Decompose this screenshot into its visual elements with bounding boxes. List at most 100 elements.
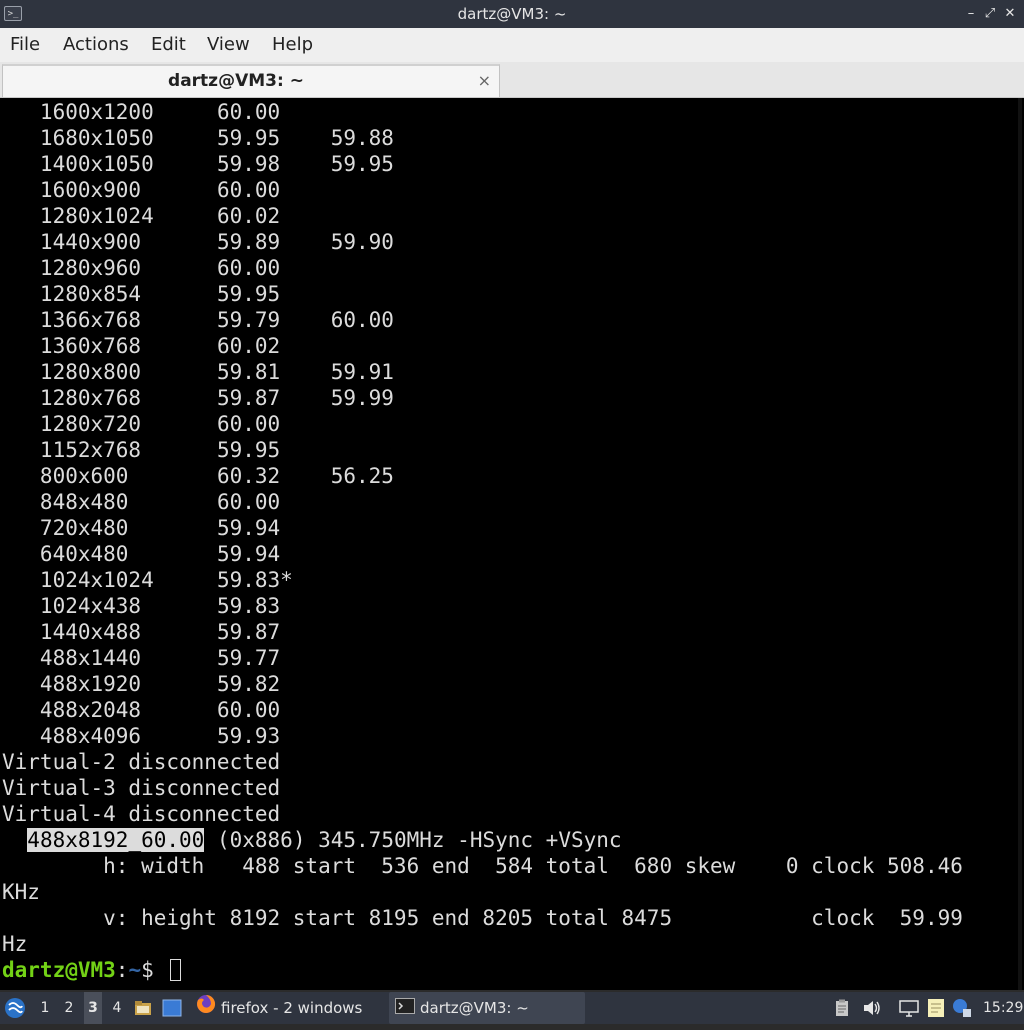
mode-row: 1280x800 59.81 59.91 [2, 359, 394, 385]
mode-refresh-rate: 59.94 [216, 516, 331, 540]
mode-refresh-rate-alt: 60.00 [330, 308, 394, 332]
file-manager-icon[interactable] [134, 992, 154, 1024]
mode-refresh-rate: 59.79 [216, 308, 331, 332]
clipboard-icon[interactable] [835, 992, 853, 1024]
mode-resolution: 1024x438 [2, 594, 217, 618]
mode-resolution: 1024x1024 [2, 568, 217, 592]
mode-refresh-rate: 60.00 [216, 412, 331, 436]
menu-edit[interactable]: Edit [151, 28, 186, 62]
mode-resolution: 488x4096 [2, 724, 217, 748]
mode-row: 1024x438 59.83 [2, 593, 331, 619]
tab-close-icon[interactable]: × [478, 66, 491, 96]
terminal-output[interactable]: 1600x1200 60.00 1680x1050 59.95 59.88 14… [0, 98, 1024, 990]
mode-refresh-rate: 59.93 [216, 724, 331, 748]
mode-row: 488x1440 59.77 [2, 645, 331, 671]
output-status-line: Virtual-4 disconnected [2, 802, 281, 826]
firefox-icon [196, 993, 216, 1025]
mode-refresh-rate: 59.81 [216, 360, 331, 384]
update-notifier-icon[interactable] [952, 992, 974, 1024]
mode-row: 1280x960 60.00 [2, 255, 331, 281]
mode-refresh-rate: 60.00 [216, 698, 331, 722]
mode-resolution: 800x600 [2, 464, 217, 488]
start-menu-icon[interactable] [4, 992, 28, 1024]
mode-resolution: 1440x488 [2, 620, 217, 644]
mode-row: 488x1920 59.82 [2, 671, 331, 697]
mode-refresh-rate: 59.95 [216, 438, 331, 462]
prompt-separator: : [115, 958, 129, 982]
mode-resolution: 488x1440 [2, 646, 217, 670]
menu-view[interactable]: View [207, 28, 250, 62]
close-button[interactable]: ✕ [1001, 0, 1019, 28]
mode-resolution: 640x480 [2, 542, 217, 566]
shell-prompt[interactable]: dartz@VM3:~$ [2, 957, 182, 983]
network-icon[interactable] [898, 992, 922, 1024]
volume-icon[interactable] [862, 992, 884, 1024]
workspace-1[interactable]: 1 [36, 992, 54, 1024]
menu-file[interactable]: File [10, 28, 40, 62]
mode-refresh-rate: 60.00 [216, 100, 331, 124]
text-cursor [170, 959, 182, 981]
mode-row: 488x2048 60.00 [2, 697, 331, 723]
minimize-button[interactable]: – [962, 0, 980, 28]
mode-row: 1600x1200 60.00 [2, 99, 331, 125]
prompt-user: dartz@VM3 [2, 958, 116, 982]
show-desktop-icon[interactable] [162, 992, 184, 1024]
mode-resolution: 1280x854 [2, 282, 217, 306]
workspace-4[interactable]: 4 [108, 992, 126, 1024]
mode-row: 1680x1050 59.95 59.88 [2, 125, 394, 151]
mode-refresh-rate: 59.87 [216, 620, 331, 644]
mode-row: 1280x1024 60.02 [2, 203, 331, 229]
modeline-timing-line: h: width 488 start 536 end 584 total 680… [2, 854, 963, 878]
taskbar-firefox-button[interactable]: firefox - 2 windows [190, 992, 386, 1024]
mode-refresh-rate: 59.77 [216, 646, 331, 670]
mode-resolution: 1280x960 [2, 256, 217, 280]
mode-refresh-rate-alt: 59.88 [330, 126, 394, 150]
mode-refresh-rate: 59.82 [216, 672, 331, 696]
taskbar-terminal-button[interactable]: dartz@VM3: ~ [389, 992, 585, 1024]
mode-refresh-rate: 60.00 [216, 256, 331, 280]
mode-row: 1152x768 59.95 [2, 437, 331, 463]
mode-resolution: 720x480 [2, 516, 217, 540]
mode-refresh-rate: 60.32 [216, 464, 331, 488]
mode-refresh-rate: 59.95 [216, 126, 331, 150]
mode-refresh-rate-alt: 59.95 [330, 152, 394, 176]
mode-refresh-rate: 60.00 [216, 490, 331, 514]
tab-bar: dartz@VM3: ~ × [0, 62, 1024, 98]
mode-resolution: 1152x768 [2, 438, 217, 462]
modeline-timing-line: Hz [2, 932, 28, 956]
window-title: dartz@VM3: ~ [457, 5, 567, 23]
mode-refresh-rate-alt: 56.25 [330, 464, 394, 488]
mode-refresh-rate: 59.95 [216, 282, 331, 306]
mode-row: 1440x900 59.89 59.90 [2, 229, 394, 255]
mode-resolution: 1400x1050 [2, 152, 217, 176]
mode-resolution: 488x1920 [2, 672, 217, 696]
mode-refresh-rate: 60.02 [216, 204, 331, 228]
mode-refresh-rate: 59.89 [216, 230, 331, 254]
maximize-button[interactable]: ⤢ [981, 0, 999, 28]
mode-refresh-rate: 59.94 [216, 542, 331, 566]
mode-refresh-rate: 60.02 [216, 334, 331, 358]
notes-icon[interactable] [926, 992, 948, 1024]
mode-row: 1280x768 59.87 59.99 [2, 385, 394, 411]
menu-help[interactable]: Help [272, 28, 313, 62]
mode-resolution: 848x480 [2, 490, 217, 514]
workspace-3[interactable]: 3 [84, 992, 102, 1024]
tab-terminal[interactable]: dartz@VM3: ~ × [2, 64, 500, 97]
mode-row: 848x480 60.00 [2, 489, 331, 515]
clock[interactable]: 15:29 [983, 992, 1023, 1024]
mode-row: 1400x1050 59.98 59.95 [2, 151, 394, 177]
mode-refresh-rate-alt: 59.99 [330, 386, 394, 410]
mode-refresh-rate-alt: 59.90 [330, 230, 394, 254]
mode-resolution: 1440x900 [2, 230, 217, 254]
menu-actions[interactable]: Actions [63, 28, 129, 62]
mode-row: 1024x1024 59.83* [2, 567, 331, 593]
workspace-2[interactable]: 2 [60, 992, 78, 1024]
mode-refresh-rate: 60.00 [216, 178, 331, 202]
taskbar: 1 2 3 4 firefox - 2 windows dartz@VM3: ~… [0, 992, 1024, 1024]
window-titlebar[interactable]: >_ dartz@VM3: ~ – ⤢ ✕ [0, 0, 1024, 28]
mode-resolution: 1600x1200 [2, 100, 217, 124]
modeline-timing-line: KHz [2, 880, 40, 904]
modeline-line: 488x8192_60.00 (0x886) 345.750MHz -HSync… [2, 827, 622, 853]
terminal-scrollbar[interactable] [1018, 98, 1022, 990]
menu-bar: File Actions Edit View Help [0, 28, 1024, 62]
